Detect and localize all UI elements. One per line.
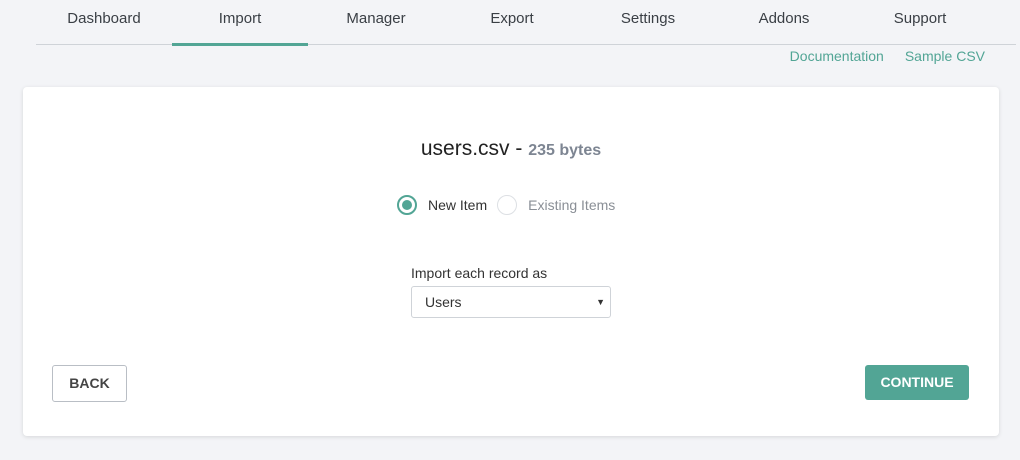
caret-down-icon: ▼ [596,297,605,307]
continue-button[interactable]: CONTINUE [865,365,969,400]
tab-export[interactable]: Export [444,0,580,44]
sample-csv-link[interactable]: Sample CSV [905,47,985,65]
file-info: users.csv - 235 bytes [23,137,999,161]
item-mode-radios: New Item Existing Items [397,195,625,215]
file-separator: - [515,137,523,160]
tab-settings[interactable]: Settings [580,0,716,44]
main-tabs: Dashboard Import Manager Export Settings… [36,0,1016,46]
tab-manager[interactable]: Manager [308,0,444,44]
radio-new-item[interactable]: New Item [397,195,487,215]
radio-unchecked-icon [497,195,518,215]
import-as-select[interactable]: Users ▼ [411,286,611,318]
radio-existing-items[interactable]: Existing Items [497,195,615,215]
import-as-value: Users [425,294,462,310]
import-card: users.csv - 235 bytes New Item Existing … [23,87,999,436]
documentation-link[interactable]: Documentation [790,47,884,65]
tab-dashboard[interactable]: Dashboard [36,0,172,44]
radio-checked-icon [397,195,417,215]
tab-support[interactable]: Support [852,0,988,44]
file-size: 235 bytes [528,142,602,159]
tab-import[interactable]: Import [172,0,308,46]
radio-new-item-label: New Item [428,197,488,213]
import-as-label: Import each record as [411,265,548,281]
tab-addons[interactable]: Addons [716,0,852,44]
back-button[interactable]: BACK [52,365,127,402]
help-links: Documentation Sample CSV [790,47,985,65]
radio-existing-items-label: Existing Items [528,197,616,213]
file-name: users.csv [420,137,510,160]
